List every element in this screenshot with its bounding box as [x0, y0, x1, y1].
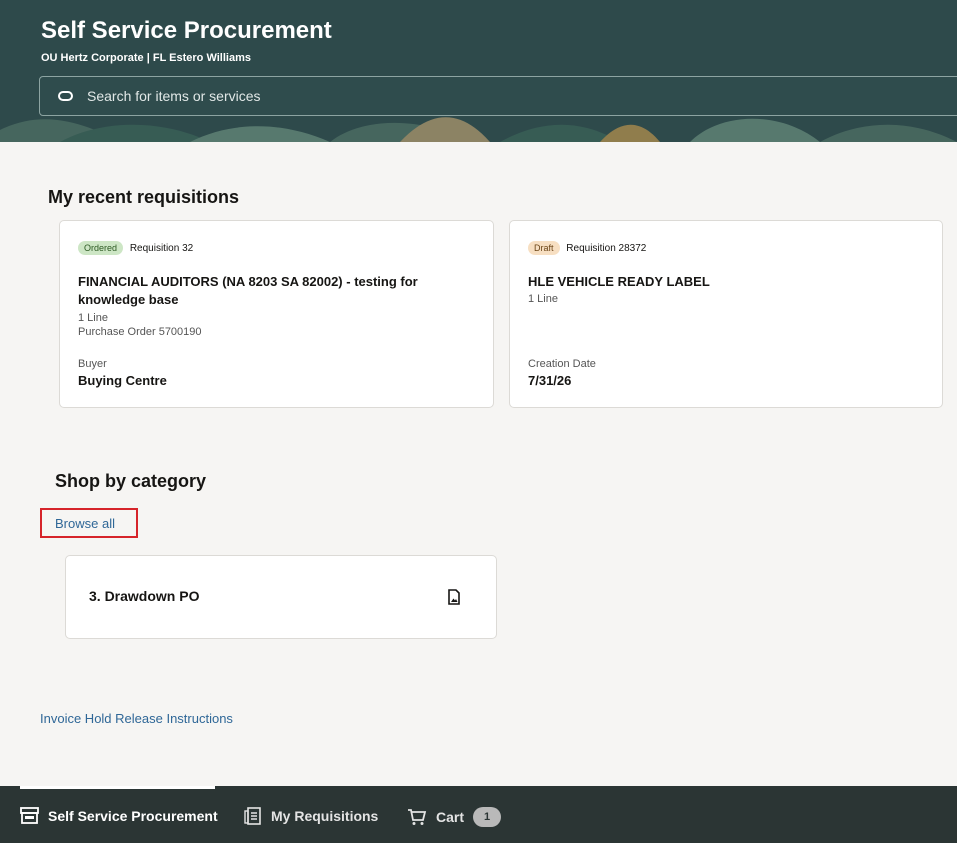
category-name: 3. Drawdown PO: [89, 588, 200, 604]
field-value: 7/31/26: [528, 373, 572, 388]
cart-count-badge: 1: [473, 807, 502, 827]
recent-requisitions-heading: My recent requisitions: [48, 187, 240, 207]
document-icon: [448, 589, 460, 605]
requisition-number: Requisition 28372: [566, 242, 647, 254]
bottom-nav: Self Service Procurement My Requisitions…: [0, 786, 957, 843]
clipboard-icon: [244, 807, 261, 825]
nav-cart[interactable]: Cart 1: [407, 807, 502, 827]
requisition-lines: 1 Line: [78, 312, 108, 324]
invoice-hold-release-link[interactable]: Invoice Hold Release Instructions: [40, 711, 233, 726]
nav-my-requisitions[interactable]: My Requisitions: [244, 807, 378, 825]
category-card[interactable]: 3. Drawdown PO: [65, 555, 497, 639]
app-header: Self Service Procurement OU Hertz Corpor…: [0, 0, 957, 142]
shop-by-category-heading: Shop by category: [55, 471, 207, 491]
purchase-order: Purchase Order 5700190: [78, 326, 202, 338]
requisition-header: Draft Requisition 28372: [528, 241, 646, 255]
cart-icon: [408, 809, 427, 825]
nav-label: Self Service Procurement: [48, 807, 218, 824]
requisition-number: Requisition 32: [129, 242, 194, 254]
app-subtitle: OU Hertz Corporate | FL Estero Williams: [41, 52, 251, 64]
field-label: Creation Date: [528, 358, 596, 370]
requisition-name: FINANCIAL AUDITORS (NA 8203 SA 82002) - …: [78, 274, 418, 307]
browse-all-link[interactable]: Browse all: [40, 508, 138, 538]
requisition-card[interactable]: Draft Requisition 28372 HLE VEHICLE READ…: [509, 220, 943, 408]
status-badge: Ordered: [78, 241, 124, 255]
requisition-card[interactable]: Ordered Requisition 32 FINANCIAL AUDITOR…: [59, 220, 494, 408]
status-badge: Draft: [528, 241, 560, 255]
search-input[interactable]: [87, 88, 687, 104]
requisition-name: HLE VEHICLE READY LABEL: [528, 274, 710, 289]
nav-label: My Requisitions: [271, 808, 379, 824]
field-label: Buyer: [78, 358, 107, 370]
requisition-header: Ordered Requisition 32: [78, 241, 193, 255]
store-icon: [20, 807, 39, 824]
nav-self-service-procurement[interactable]: Self Service Procurement: [20, 807, 218, 824]
search-icon: [58, 91, 73, 101]
app-title: Self Service Procurement: [41, 17, 332, 44]
nav-label: Cart: [436, 809, 465, 825]
field-value: Buying Centre: [78, 373, 167, 388]
active-tab-indicator: [20, 786, 215, 789]
search-bar[interactable]: [39, 76, 957, 116]
requisition-lines: 1 Line: [528, 293, 558, 305]
